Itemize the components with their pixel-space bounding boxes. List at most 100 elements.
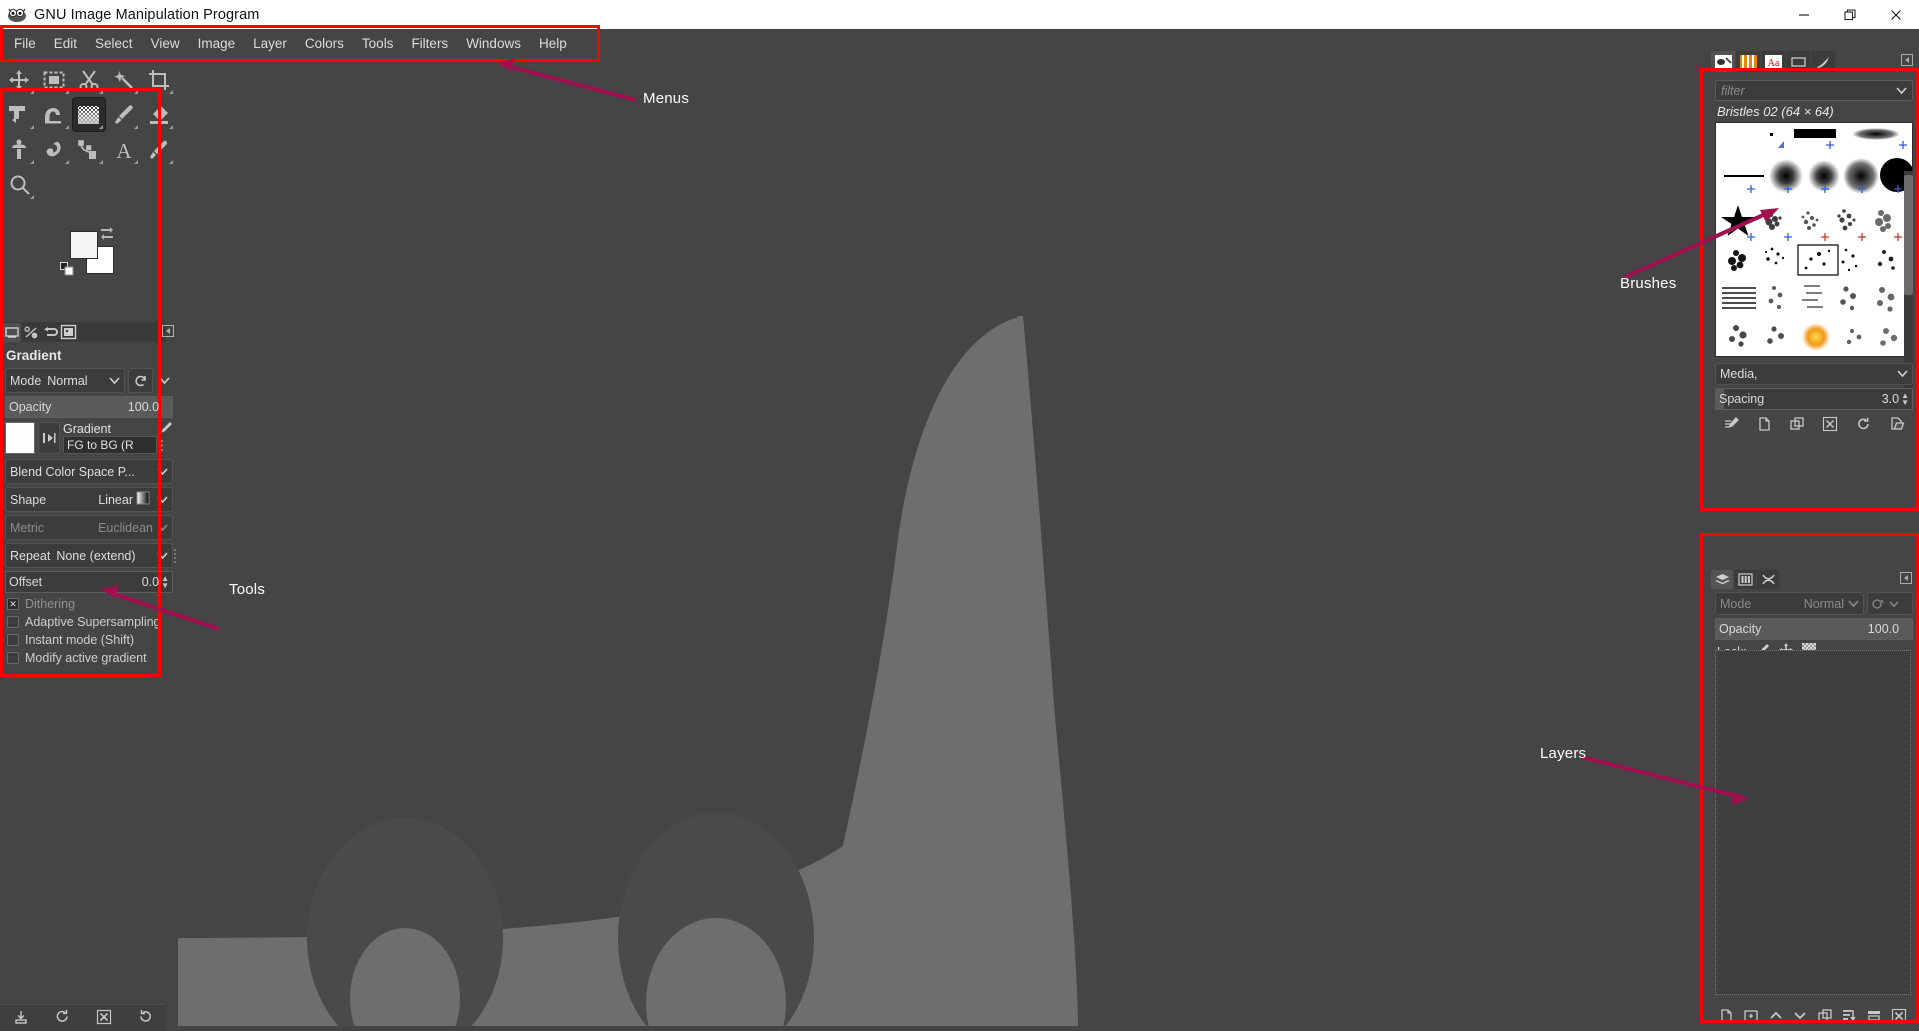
mode-extra-chevron[interactable] [156, 368, 173, 393]
spacing-slider[interactable]: Spacing 3.0 ▲ ▼ [1715, 388, 1913, 410]
restore-tool-preset-icon[interactable] [55, 1009, 70, 1027]
anchor-layer-icon[interactable] [1842, 1009, 1857, 1025]
adaptive-supersampling-checkbox[interactable]: Adaptive Supersampling [7, 615, 178, 629]
menu-file[interactable]: File [5, 33, 45, 54]
repeat-combo[interactable]: Repeat None (extend) [5, 543, 173, 568]
document-history-tab[interactable] [1786, 51, 1810, 72]
collapse-layers-dock-icon[interactable] [1900, 572, 1914, 586]
fuzzy-select-tool[interactable] [106, 62, 141, 97]
delete-layer-icon[interactable] [1891, 1008, 1906, 1026]
menu-image[interactable]: Image [189, 33, 245, 54]
mode-combo[interactable]: Mode Normal [5, 368, 125, 393]
maximize-restore-button[interactable] [1827, 0, 1873, 29]
blend-color-space-combo[interactable]: Blend Color Space P... [5, 459, 173, 484]
gradient-preview-swatch[interactable] [5, 422, 35, 454]
menu-view[interactable]: View [142, 33, 189, 54]
new-brush-icon[interactable] [1758, 416, 1771, 434]
spacing-spinner[interactable]: ▲ ▼ [1901, 392, 1909, 407]
scrollbar-thumb[interactable] [1904, 175, 1913, 295]
canvas-area[interactable] [178, 58, 1709, 1031]
paths-tab[interactable] [1757, 570, 1779, 589]
layer-blend-space-combo[interactable] [1867, 592, 1913, 615]
gradient-picker[interactable]: FG to BG (R [63, 436, 157, 454]
gradient-tool[interactable] [71, 97, 107, 132]
minimize-button[interactable] [1781, 0, 1827, 29]
swap-colors-icon[interactable] [100, 226, 114, 240]
color-picker-tool[interactable] [141, 132, 176, 167]
metric-combo[interactable]: Metric Euclidean [5, 515, 173, 540]
menu-filters[interactable]: Filters [402, 33, 457, 54]
brush-filter-input[interactable]: filter [1715, 80, 1913, 101]
save-tool-preset-icon[interactable] [14, 1010, 28, 1027]
opacity-slider[interactable]: Opacity 100.0 ▲▼ [5, 396, 173, 418]
layer-mode-combo[interactable]: Mode Normal [1715, 592, 1864, 615]
rectangle-select-tool[interactable] [37, 62, 72, 97]
default-colors-icon[interactable] [60, 262, 74, 276]
delete-tool-preset-icon[interactable] [96, 1009, 111, 1027]
move-tool[interactable] [2, 62, 37, 97]
instant-mode-checkbox[interactable]: Instant mode (Shift) [7, 633, 178, 647]
duplicate-layer-icon[interactable] [1818, 1009, 1832, 1025]
refresh-brushes-icon[interactable] [1856, 417, 1871, 434]
fonts-tab[interactable]: Aa [1761, 51, 1785, 72]
patterns-tab[interactable] [1736, 51, 1760, 72]
menu-tools[interactable]: Tools [353, 33, 403, 54]
menubar[interactable]: File Edit Select View Image Layer Colors… [0, 29, 1919, 58]
layers-tabstrip[interactable] [1711, 570, 1791, 590]
offset-spinner[interactable]: ▲ ▼ [161, 575, 169, 590]
unified-transform-tool[interactable] [2, 97, 37, 132]
eraser-tool[interactable] [141, 97, 176, 132]
shape-combo[interactable]: Shape Linear [5, 487, 173, 512]
panel-resize-grip[interactable] [174, 547, 178, 565]
menu-edit[interactable]: Edit [45, 33, 86, 54]
dithering-checkbox[interactable]: ✕ Dithering [7, 597, 178, 611]
undo-history-tab[interactable] [40, 323, 59, 342]
clone-tool[interactable] [2, 132, 37, 167]
tool-options-tabstrip[interactable] [0, 322, 166, 342]
lower-layer-icon[interactable] [1793, 1009, 1807, 1025]
menu-windows[interactable]: Windows [457, 33, 530, 54]
menu-colors[interactable]: Colors [296, 33, 353, 54]
paint-dynamics-tab[interactable] [1811, 51, 1835, 72]
layer-list[interactable] [1715, 650, 1911, 995]
paintbrush-tool[interactable] [106, 97, 141, 132]
warp-transform-tool[interactable] [37, 97, 72, 132]
menu-select[interactable]: Select [86, 33, 142, 54]
layer-opacity-slider[interactable]: Opacity 100.0 ▲▼ [1715, 618, 1913, 640]
layers-tab[interactable] [1711, 570, 1733, 589]
channels-tab[interactable] [1734, 570, 1756, 589]
new-layer-icon[interactable] [1720, 1008, 1733, 1026]
offset-slider[interactable]: Offset 0.0 ▲ ▼ [5, 571, 173, 593]
edit-gradient-icon[interactable] [160, 421, 173, 437]
brushes-tab[interactable] [1711, 51, 1735, 72]
reverse-gradient-button[interactable] [38, 422, 60, 454]
menu-layer[interactable]: Layer [244, 33, 296, 54]
duplicate-brush-icon[interactable] [1790, 417, 1804, 433]
brush-grid[interactable] [1715, 122, 1913, 357]
images-tab[interactable] [59, 323, 78, 342]
gradient-menu-dots[interactable] [160, 439, 173, 455]
raise-layer-icon[interactable] [1769, 1009, 1783, 1025]
open-brush-folder-icon[interactable] [1890, 417, 1904, 433]
collapse-dock-icon[interactable] [160, 323, 176, 339]
smudge-tool[interactable] [37, 132, 72, 167]
modify-active-gradient-checkbox[interactable]: Modify active gradient [7, 651, 178, 665]
scissors-select-tool[interactable] [72, 62, 107, 97]
new-layer-group-icon[interactable] [1744, 1009, 1758, 1025]
reset-tool-options-icon[interactable] [138, 1009, 153, 1027]
text-tool[interactable]: A [106, 132, 141, 167]
foreground-color-swatch[interactable] [70, 231, 98, 259]
device-status-tab[interactable] [21, 323, 40, 342]
collapse-brushes-dock-icon[interactable] [1901, 54, 1915, 68]
crop-tool[interactable] [141, 62, 176, 97]
merge-down-icon[interactable] [1867, 1009, 1881, 1025]
tag-filter-combo[interactable]: Media, [1715, 363, 1913, 385]
brushes-tabstrip[interactable]: Aa [1711, 51, 1901, 73]
zoom-tool[interactable] [2, 167, 37, 202]
tool-options-tab[interactable] [2, 322, 21, 342]
close-button[interactable] [1873, 0, 1919, 29]
reset-mode-button[interactable] [128, 368, 153, 393]
edit-brush-icon[interactable] [1724, 416, 1740, 434]
paths-tool[interactable] [72, 132, 107, 167]
chevron-down-icon[interactable] [1896, 84, 1907, 98]
